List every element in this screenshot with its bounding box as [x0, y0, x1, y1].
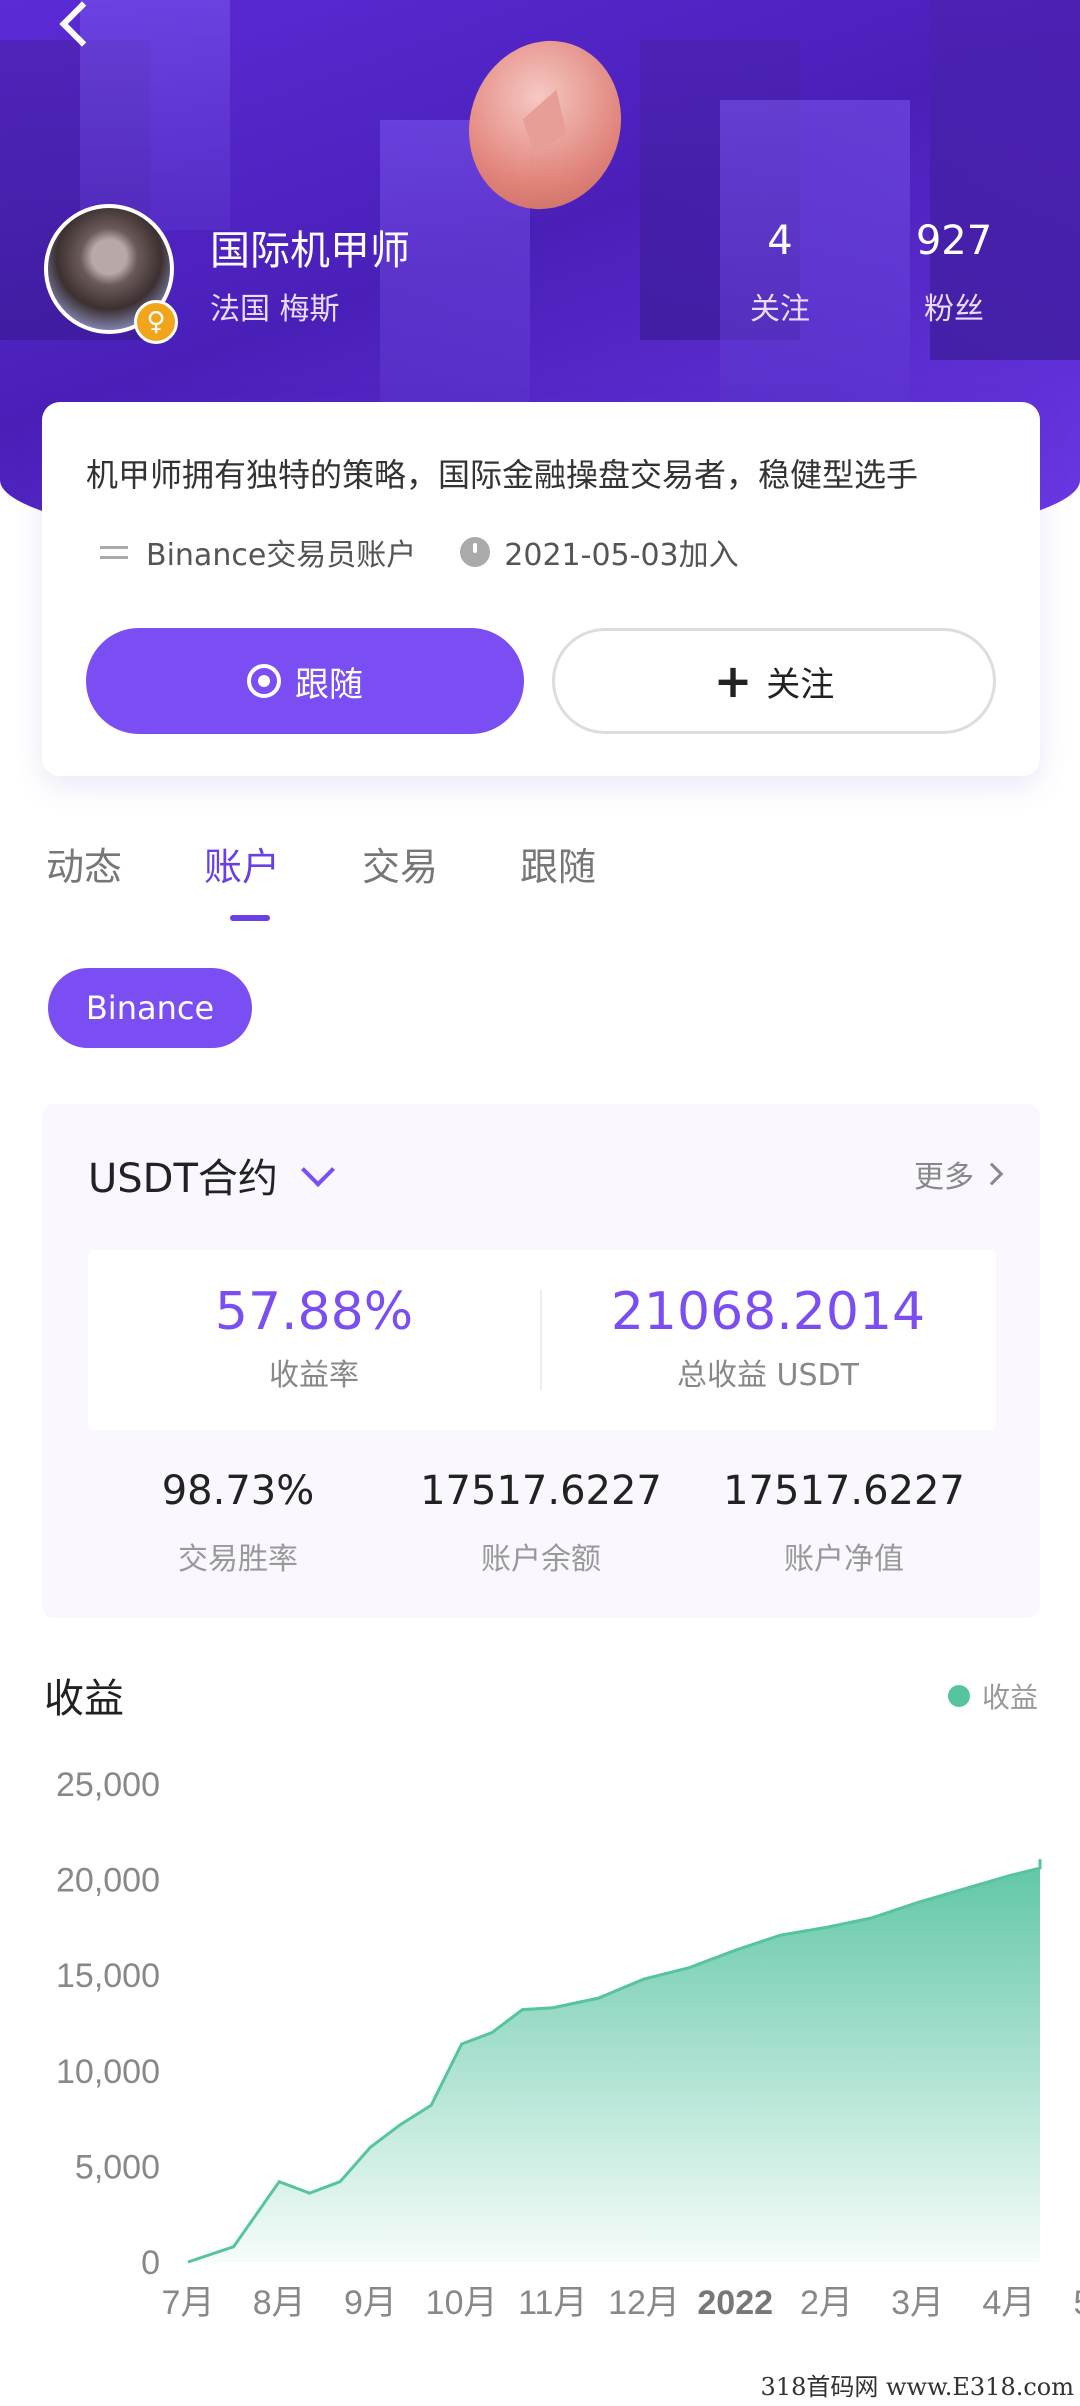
exchange-filter-pill[interactable]: Binance [48, 968, 252, 1048]
followers-label[interactable]: 粉丝 [884, 284, 1024, 328]
contract-label: USDT合约 [88, 1156, 278, 1202]
chart-legend[interactable]: 收益 [947, 1676, 1038, 1716]
highlight-stats: 57.88% 收益率 21068.2014 总收益 USDT [88, 1250, 996, 1430]
y-tick-label: 25,000 [56, 1766, 160, 1804]
y-tick-label: 5,000 [75, 2148, 160, 2186]
following-count[interactable]: 4 [710, 218, 850, 264]
net-value-value: 17517.6227 [723, 1468, 965, 1514]
watermark: 318首码网 www.E318.com [760, 2373, 1074, 2401]
account-panel: USDT合约 更多 57.88% 收益率 21068.2014 总收益 USDT… [42, 1104, 1040, 1618]
profit-chart: 25,000 20,000 15,000 10,000 5,000 07月 8月 9月 10月 1… [56, 1766, 1080, 2320]
join-date: 2021-05-03加入 [504, 538, 739, 573]
x-tick-label: 10月 [426, 2284, 498, 2320]
y-tick-label: 20,000 [56, 1862, 160, 1900]
x-tick-label: 5月 [1074, 2284, 1080, 2320]
y-tick-label: 15,000 [56, 1957, 160, 1995]
profit-area [188, 1859, 1040, 2262]
y-tick-label: 0 [141, 2244, 160, 2282]
clock-icon [460, 537, 491, 567]
x-tick-label: 2022 [697, 2284, 773, 2320]
total-profit-value: 21068.2014 [610, 1282, 926, 1342]
more-link[interactable]: 更多 [914, 1152, 1004, 1196]
trader-bio: 机甲师拥有独特的策略，国际金融操盘交易者，稳健型选手 [86, 456, 919, 494]
follow-button[interactable]: + 关注 [552, 628, 996, 734]
x-tick-label: 11月 [518, 2284, 587, 2320]
tab-trades[interactable]: 交易 [362, 836, 438, 891]
more-label: 更多 [914, 1160, 974, 1195]
return-rate-label: 收益率 [269, 1358, 359, 1393]
total-profit-label: 总收益 USDT [677, 1358, 859, 1393]
balance-label: 账户余额 [481, 1542, 601, 1577]
account-type: Binance交易员账户 [146, 538, 417, 573]
follow-label: 关注 [766, 664, 835, 705]
x-tick-label: 12月 [608, 2284, 680, 2320]
chart-title: 收益 [44, 1676, 124, 1722]
back-icon[interactable] [52, 0, 96, 60]
x-tick-label: 3月 [891, 2284, 944, 2320]
x-tick-label: 2月 [800, 2284, 853, 2320]
copy-trade-button[interactable]: 跟随 [86, 628, 524, 734]
chevron-down-icon [300, 1153, 335, 1187]
x-tick-label: 4月 [982, 2284, 1035, 2320]
gender-female-icon: ♀ [134, 300, 178, 344]
username: 国际机甲师 [210, 228, 410, 274]
user-location: 法国 梅斯 [210, 292, 340, 327]
trader-meta: Binance交易员账户 2021-05-03加入 [98, 530, 739, 574]
legend-dot-icon [947, 1685, 970, 1707]
target-icon [247, 664, 281, 698]
plus-icon: + [713, 654, 753, 708]
tab-followers[interactable]: 跟随 [520, 836, 596, 891]
legend-label: 收益 [981, 1681, 1038, 1714]
balance-value: 17517.6227 [420, 1468, 662, 1514]
net-value-label: 账户净值 [784, 1542, 904, 1577]
copy-trade-label: 跟随 [295, 664, 363, 705]
x-tick-label: 8月 [253, 2284, 306, 2320]
tab-account[interactable]: 账户 [204, 836, 280, 921]
contract-selector[interactable]: USDT合约 [88, 1146, 335, 1204]
chevron-right-icon [980, 1162, 1004, 1186]
swap-icon [98, 538, 132, 566]
return-rate-value: 57.88% [214, 1282, 414, 1342]
win-rate-label: 交易胜率 [178, 1542, 298, 1577]
y-tick-label: 10,000 [56, 2053, 160, 2091]
tab-activity[interactable]: 动态 [46, 836, 122, 891]
following-label[interactable]: 关注 [710, 284, 850, 328]
x-tick-label: 9月 [344, 2284, 397, 2320]
followers-count[interactable]: 927 [884, 218, 1024, 264]
banner-building [80, 0, 230, 230]
x-tick-label: 7月 [162, 2284, 215, 2320]
tab-bar: 动态 账户 交易 跟随 [46, 836, 678, 921]
win-rate-value: 98.73% [161, 1468, 315, 1514]
profile-card: 机甲师拥有独特的策略，国际金融操盘交易者，稳健型选手 Binance交易员账户 … [42, 402, 1040, 776]
